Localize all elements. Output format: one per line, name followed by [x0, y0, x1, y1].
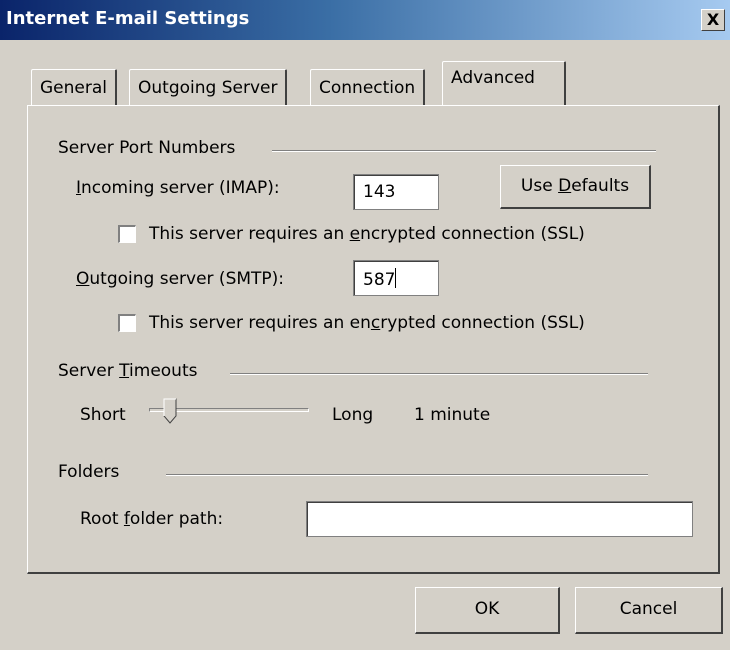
text-caret [395, 268, 397, 288]
close-button[interactable]: X [701, 9, 725, 31]
tab-label: Outgoing Server [138, 78, 278, 98]
tab-label: General [40, 78, 107, 98]
tab-advanced[interactable]: Advanced [442, 61, 566, 105]
tab-connection[interactable]: Connection [310, 69, 426, 105]
group-divider [272, 150, 656, 152]
cancel-button[interactable]: Cancel [575, 587, 723, 634]
group-divider [230, 373, 648, 375]
timeout-short-label: Short [80, 405, 126, 425]
window-title: Internet E-mail Settings [6, 8, 250, 29]
outgoing-ssl-checkbox[interactable] [118, 314, 136, 332]
folders-group-label: Folders [58, 462, 130, 482]
close-icon: X [706, 10, 720, 29]
root-folder-input[interactable] [306, 501, 693, 537]
timeout-value-label: 1 minute [414, 405, 491, 425]
server-ports-group-label: Server Port Numbers [58, 138, 246, 158]
outgoing-ssl-label: This server requires an encrypted connec… [149, 313, 585, 333]
tab-label: Advanced [451, 68, 535, 88]
title-bar: Internet E-mail Settings X [0, 0, 730, 40]
root-folder-label: Root folder path: [80, 509, 224, 529]
incoming-port-input[interactable]: 143 [353, 174, 439, 210]
tab-label: Connection [319, 78, 416, 98]
incoming-server-label: Incoming server (IMAP): [76, 178, 280, 198]
ok-button[interactable]: OK [415, 587, 560, 634]
tab-outgoing-server[interactable]: Outgoing Server [129, 69, 288, 105]
incoming-ssl-checkbox[interactable] [118, 225, 136, 243]
timeout-long-label: Long [332, 405, 374, 425]
server-timeouts-group-label: Server Timeouts [58, 361, 208, 381]
tab-general[interactable]: General [31, 69, 117, 105]
incoming-ssl-label: This server requires an encrypted connec… [149, 224, 585, 244]
use-defaults-button[interactable]: Use Defaults [500, 165, 651, 209]
timeout-slider-thumb[interactable] [163, 398, 177, 424]
group-divider [166, 474, 648, 476]
outgoing-port-input[interactable]: 587 [353, 260, 439, 296]
outgoing-server-label: Outgoing server (SMTP): [76, 269, 285, 289]
